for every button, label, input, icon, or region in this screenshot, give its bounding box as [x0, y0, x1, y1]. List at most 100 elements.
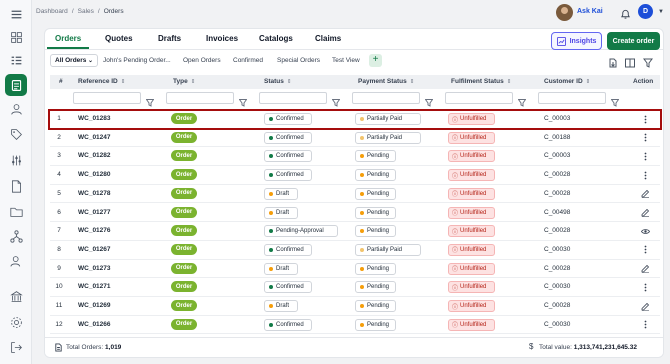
sliders-icon[interactable] [8, 152, 24, 168]
column-header-reference-id[interactable]: Reference ID ⇕ [78, 78, 125, 85]
filter-icon[interactable] [424, 94, 434, 107]
reference-id-cell[interactable]: WC_01278 [78, 190, 111, 197]
chevron-down-icon[interactable]: ▼ [658, 9, 664, 15]
sort-icon[interactable]: ⇕ [410, 79, 415, 85]
tab-drafts[interactable]: Drafts [158, 34, 181, 43]
bank-icon[interactable] [8, 288, 24, 304]
table-row[interactable]: 7 WC_01276 Order Pending-Approval Pending ⓘ Un… [50, 222, 660, 241]
table-row[interactable]: 2 WC_01247 Order Confirmed Partially Paid ⓘ Un… [50, 129, 660, 148]
status-filter-input[interactable] [259, 92, 327, 104]
table-row[interactable]: 1 WC_01283 Order Confirmed Partially Paid ⓘ Un… [50, 110, 660, 129]
insights-button[interactable]: Insights [551, 32, 602, 50]
reference-id-cell[interactable]: WC_01277 [78, 209, 111, 216]
sort-icon[interactable]: ⇕ [191, 79, 196, 85]
more-vertical-icon[interactable] [639, 281, 651, 293]
table-row[interactable]: 10 WC_01271 Order Confirmed Pending ⓘ Unfulfil… [50, 278, 660, 297]
user-settings-icon[interactable] [8, 253, 24, 269]
sort-icon[interactable]: ⇕ [586, 79, 591, 85]
more-vertical-icon[interactable] [639, 319, 651, 331]
reference-id-cell[interactable]: WC_01267 [78, 246, 111, 253]
table-row[interactable]: 3 WC_01282 Order Confirmed Pending ⓘ Unfulfill… [50, 147, 660, 167]
tab-catalogs[interactable]: Catalogs [259, 34, 293, 43]
more-vertical-icon[interactable] [639, 150, 651, 162]
table-row[interactable]: 4 WC_01280 Order Confirmed Pending ⓘ Unfulfill… [50, 166, 660, 185]
filter-icon[interactable] [643, 55, 654, 68]
export-icon[interactable] [608, 55, 619, 68]
payment-status-filter-input[interactable] [352, 92, 420, 104]
reference-id-cell[interactable]: WC_01273 [78, 265, 111, 272]
columns-icon[interactable] [625, 55, 636, 68]
bell-icon[interactable] [620, 7, 631, 19]
table-row[interactable]: 5 WC_01278 Order Draft Pending ⓘ Unfulfilled C_… [50, 185, 660, 204]
reference-id-cell[interactable]: WC_01266 [78, 321, 111, 328]
table-row[interactable]: 9 WC_01273 Order Draft Pending ⓘ Unfulfilled C_… [50, 260, 660, 279]
view-chip-test-view[interactable]: Test View [332, 57, 360, 64]
edit-icon[interactable] [639, 263, 651, 275]
ask-kai-label[interactable]: Ask Kai [577, 8, 603, 15]
logout-icon[interactable] [8, 339, 24, 355]
filter-icon[interactable] [331, 94, 341, 107]
ask-kai-avatar[interactable] [556, 4, 573, 21]
network-icon[interactable] [8, 228, 24, 244]
fulfilment-status-filter-input[interactable] [445, 92, 513, 104]
breadcrumb-dashboard[interactable]: Dashboard [36, 8, 68, 15]
table-row[interactable]: 8 WC_01267 Order Confirmed Partially Paid ⓘ Un… [50, 241, 660, 260]
reference-id-cell[interactable]: WC_01280 [78, 171, 111, 178]
customer-id-filter-input[interactable] [538, 92, 606, 104]
view-chip-open-orders[interactable]: Open Orders [183, 57, 221, 64]
edit-icon[interactable] [639, 300, 651, 312]
reference-id-cell[interactable]: WC_01269 [78, 302, 111, 309]
tab-invoices[interactable]: Invoices [206, 34, 238, 43]
user-avatar-badge[interactable]: D [638, 4, 653, 19]
view-chip-special-orders[interactable]: Special Orders [277, 57, 320, 64]
column-header-status[interactable]: Status ⇕ [264, 78, 291, 85]
tag-icon[interactable] [8, 126, 24, 142]
edit-icon[interactable] [639, 188, 651, 200]
type-filter-input[interactable] [166, 92, 234, 104]
table-row[interactable]: 6 WC_01277 Order Draft Pending ⓘ Unfulfilled C_… [50, 204, 660, 223]
more-vertical-icon[interactable] [639, 113, 651, 125]
tab-orders[interactable]: Orders [46, 34, 90, 49]
dashboard-icon[interactable] [8, 29, 24, 45]
filter-icon[interactable] [238, 94, 248, 107]
eye-icon[interactable] [639, 225, 651, 237]
user-icon[interactable] [8, 101, 24, 117]
filter-icon[interactable] [145, 94, 155, 107]
reference-id-cell[interactable]: WC_01276 [78, 227, 111, 234]
table-row[interactable]: 12 WC_01266 Order Confirmed Pending ⓘ Unfulfil… [50, 316, 660, 335]
folder-icon[interactable] [8, 203, 24, 219]
column-header-type[interactable]: Type ⇕ [173, 78, 195, 85]
column-header-customer-id[interactable]: Customer ID ⇕ [544, 78, 590, 85]
reference-id-cell[interactable]: WC_01282 [78, 152, 111, 159]
breadcrumb-sales[interactable]: Sales [78, 8, 94, 15]
reference-id-cell[interactable]: WC_01247 [78, 134, 111, 141]
view-chip-johns-pending[interactable]: John's Pending Order... [103, 57, 171, 64]
add-view-button[interactable]: + [369, 54, 382, 67]
filter-icon[interactable] [517, 94, 527, 107]
sort-icon[interactable]: ⇕ [287, 79, 292, 85]
column-header-label: Type [173, 78, 188, 85]
orders-icon[interactable] [5, 74, 27, 96]
more-vertical-icon[interactable] [639, 169, 651, 181]
sort-icon[interactable]: ⇕ [507, 79, 512, 85]
edit-icon[interactable] [639, 207, 651, 219]
table-row[interactable]: 11 WC_01269 Order Draft Pending ⓘ Unfulfilled C… [50, 297, 660, 316]
more-vertical-icon[interactable] [639, 244, 651, 256]
create-order-button[interactable]: Create order [607, 32, 660, 50]
tab-quotes[interactable]: Quotes [105, 34, 133, 43]
gear-icon[interactable] [8, 314, 24, 330]
document-icon[interactable] [8, 178, 24, 194]
sort-icon[interactable]: ⇕ [121, 79, 126, 85]
column-header-fulfilment-status[interactable]: Fulfilment Status ⇕ [451, 78, 511, 85]
menu-icon[interactable] [8, 6, 24, 22]
tab-claims[interactable]: Claims [315, 34, 341, 43]
list-check-icon[interactable] [8, 52, 24, 68]
more-vertical-icon[interactable] [639, 132, 651, 144]
reference-id-cell[interactable]: WC_01283 [78, 115, 111, 122]
view-select[interactable]: All Orders ⌄ [50, 54, 98, 67]
reference-id-filter-input[interactable] [73, 92, 141, 104]
view-chip-confirmed[interactable]: Confirmed [233, 57, 263, 64]
column-header-payment-status[interactable]: Payment Status ⇕ [358, 78, 414, 85]
filter-icon[interactable] [610, 94, 620, 107]
reference-id-cell[interactable]: WC_01271 [78, 283, 111, 290]
